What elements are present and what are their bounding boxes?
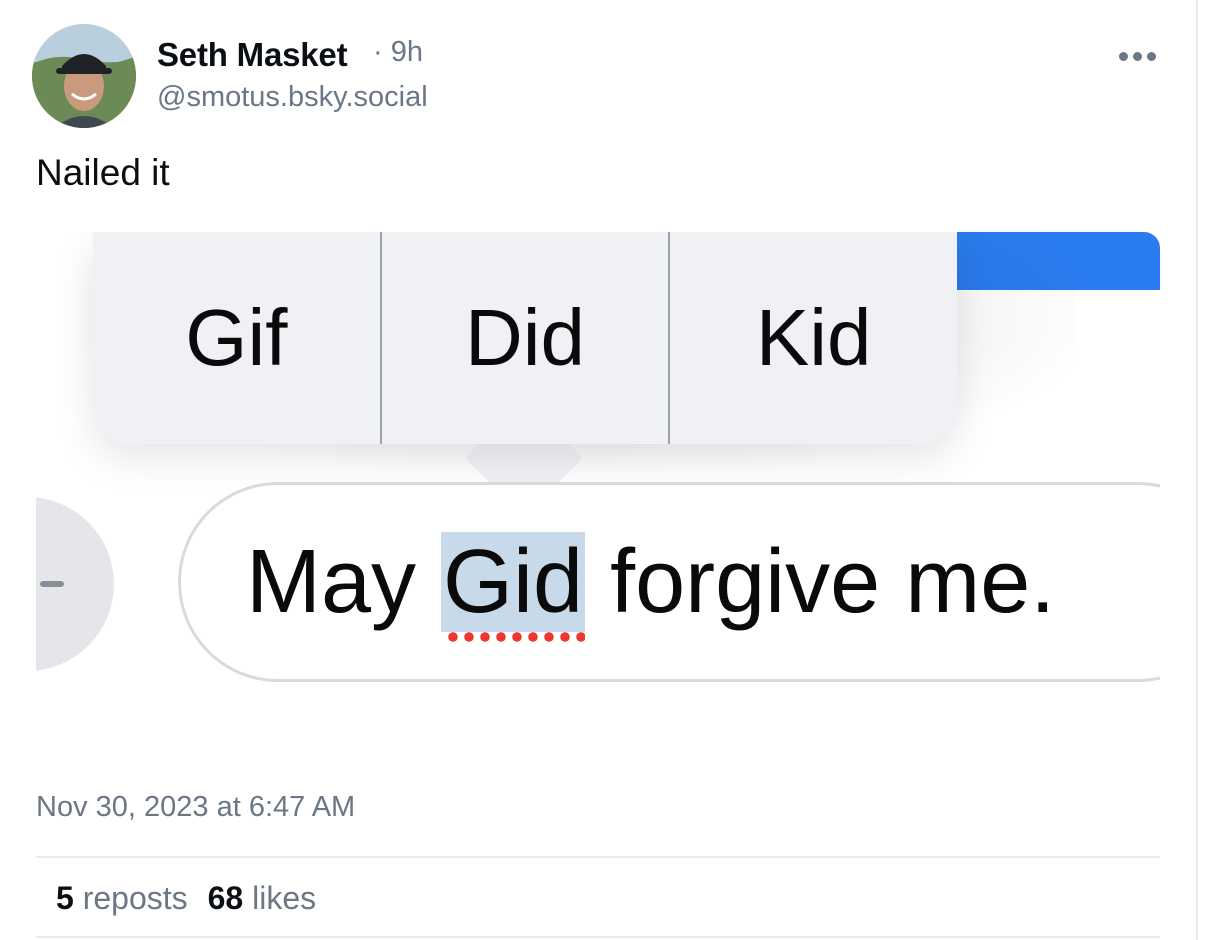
- author-handle[interactable]: @smotus.bsky.social: [157, 81, 428, 114]
- suggestion-did[interactable]: Did: [382, 232, 671, 444]
- avatar[interactable]: [32, 24, 136, 128]
- reposts-stat[interactable]: 5 reposts: [56, 880, 188, 917]
- post-timestamp: Nov 30, 2023 at 6:47 AM: [36, 791, 356, 823]
- post-age: · 9h: [373, 36, 423, 68]
- post-image[interactable]: Gif Did Kid May Gid forgive me.: [36, 232, 1160, 734]
- suggestion-kid[interactable]: Kid: [670, 232, 957, 444]
- column-border: [1196, 0, 1198, 940]
- message-after: forgive me.: [585, 532, 1056, 632]
- post-text: Nailed it: [36, 152, 170, 193]
- likes-label: likes: [252, 880, 317, 916]
- more-horizontal-icon: [1118, 51, 1156, 61]
- post-stats: 5 reposts 68 likes: [56, 880, 316, 917]
- misspelled-word[interactable]: Gid: [441, 532, 586, 644]
- minus-circle-icon[interactable]: [36, 497, 114, 671]
- divider: [36, 936, 1160, 938]
- misspelled-word-text: Gid: [443, 532, 584, 632]
- autocorrect-suggestions: Gif Did Kid: [93, 232, 957, 444]
- avatar-photo-icon: [32, 24, 136, 128]
- likes-stat[interactable]: 68 likes: [208, 880, 317, 917]
- divider: [36, 856, 1160, 858]
- suggestion-gif[interactable]: Gif: [93, 232, 382, 444]
- reposts-count: 5: [56, 880, 74, 916]
- spellcheck-underline: [445, 630, 586, 644]
- more-options-button[interactable]: [1112, 36, 1162, 76]
- reposts-label: reposts: [82, 880, 188, 916]
- author-name[interactable]: Seth Masket: [157, 36, 348, 74]
- likes-count: 68: [207, 880, 244, 916]
- message-text: May Gid forgive me.: [246, 532, 1056, 644]
- post-thread-page: Seth Masket · 9h @smotus.bsky.social Nai…: [0, 0, 1212, 940]
- message-before: May: [246, 532, 442, 632]
